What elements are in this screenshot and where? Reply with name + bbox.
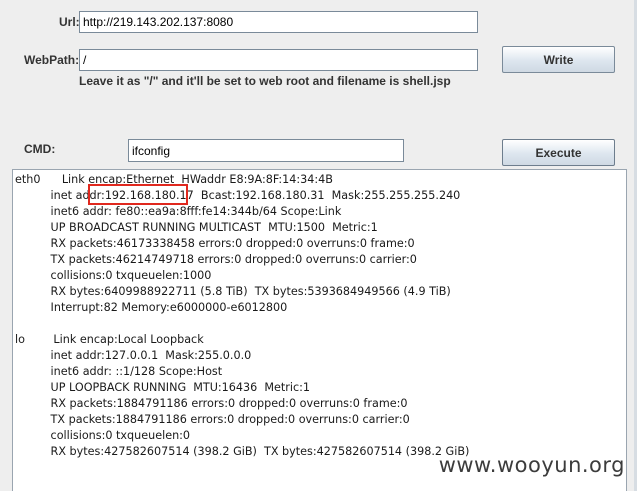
url-label: Url: — [59, 15, 80, 29]
cmd-label: CMD: — [24, 142, 56, 156]
watermark: www.wooyun.org — [438, 453, 625, 477]
output-line: inet6 addr: ::1/128 Scope:Host — [15, 365, 223, 378]
output-line: lo Link encap:Local Loopback — [15, 333, 204, 346]
output-line: RX packets:1884791186 errors:0 dropped:0… — [15, 397, 408, 410]
output-line: inet addr:127.0.0.1 Mask:255.0.0.0 — [15, 349, 252, 362]
output-line: inet6 addr: fe80::ea9a:8fff:fe14:344b/64… — [15, 205, 342, 218]
output-line: RX packets:46173338458 errors:0 dropped:… — [15, 237, 415, 250]
output-line: TX packets:1884791186 errors:0 dropped:0… — [15, 413, 410, 426]
output-line: TX packets:46214749718 errors:0 dropped:… — [15, 253, 417, 266]
cmd-input[interactable] — [128, 139, 404, 162]
output-line: inet addr:192.168.180.17 Bcast:192.168.1… — [15, 189, 461, 202]
output-line: RX bytes:427582607514 (398.2 GiB) TX byt… — [15, 445, 470, 458]
webpath-input[interactable] — [79, 49, 478, 71]
output-line: RX bytes:6409988922711 (5.8 TiB) TX byte… — [15, 285, 451, 298]
output-line: UP LOOPBACK RUNNING MTU:16436 Metric:1 — [15, 381, 311, 394]
webpath-hint: Leave it as "/" and it'll be set to web … — [79, 74, 451, 88]
output-line: UP BROADCAST RUNNING MULTICAST MTU:1500 … — [15, 221, 378, 234]
webpath-label: WebPath: — [24, 53, 80, 67]
execute-button[interactable]: Execute — [502, 139, 615, 166]
command-output[interactable]: eth0 Link encap:Ethernet HWaddr E8:9A:8F… — [12, 169, 627, 491]
url-input[interactable] — [79, 11, 478, 33]
output-line: Interrupt:82 Memory:e6000000-e6012800 — [15, 301, 288, 314]
output-line: collisions:0 txqueuelen:0 — [15, 429, 191, 442]
ip-highlight-box — [88, 184, 188, 205]
write-button[interactable]: Write — [502, 46, 615, 73]
output-line: collisions:0 txqueuelen:1000 — [15, 269, 212, 282]
